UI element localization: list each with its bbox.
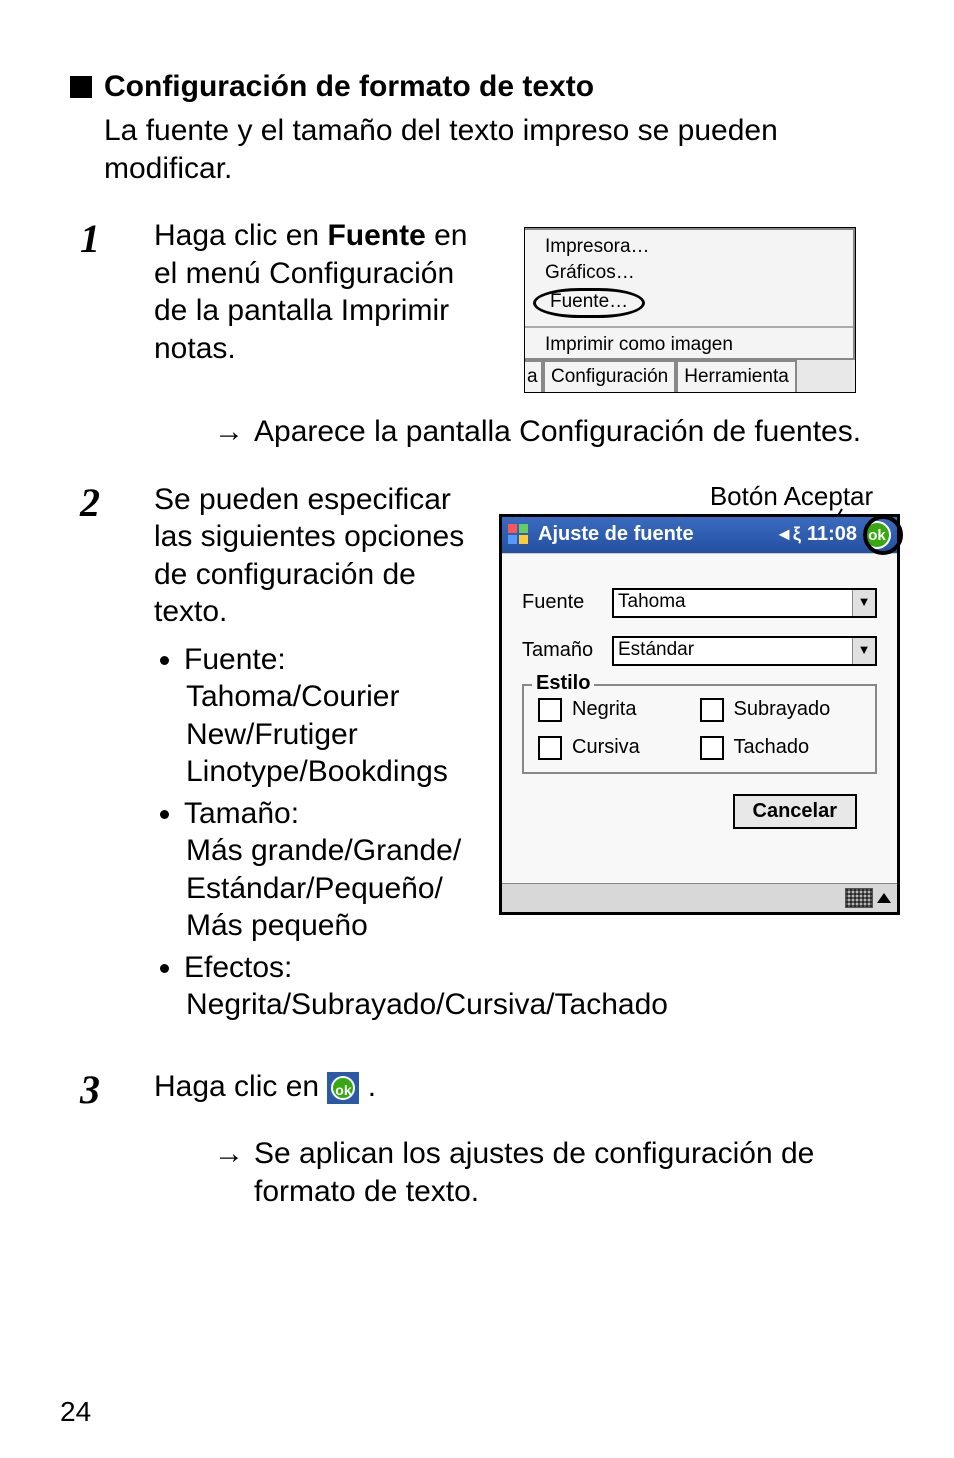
font-dialog-screenshot: Ajuste de fuente ◄ξ 11:08 ok — [499, 514, 900, 915]
combobox-arrow-icon[interactable]: ▼ — [852, 590, 875, 616]
cancel-button[interactable]: Cancelar — [733, 794, 858, 829]
ok-button-highlight-ring — [863, 515, 903, 555]
check-label-bold: Negrita — [572, 698, 636, 721]
font-combobox[interactable]: Tahoma ▼ — [612, 588, 877, 618]
style-groupbox: Estilo Negrita — [522, 684, 877, 774]
menu-tab-config[interactable]: Configuración — [543, 360, 676, 392]
step-3-text-suffix: . — [368, 1070, 376, 1103]
menu-item-font-highlighted[interactable]: Fuente… — [533, 288, 645, 318]
keyboard-icon[interactable] — [845, 888, 873, 908]
dialog-time: 11:08 — [807, 523, 857, 546]
checkbox-underline[interactable] — [700, 698, 724, 722]
label-font: Fuente — [522, 591, 612, 614]
size-combobox-value: Estándar — [614, 638, 852, 664]
page-number: 24 — [60, 1396, 91, 1428]
bullet-font-label: Fuente: — [184, 643, 286, 676]
dialog-title: Ajuste de fuente — [538, 523, 694, 546]
bullet-font-body: Tahoma/Courier New/Frutiger Linotype/Boo… — [186, 678, 469, 791]
menu-tab-tool[interactable]: Herramienta — [676, 360, 797, 392]
menu-item-graphics[interactable]: Gráficos… — [525, 260, 853, 286]
combobox-arrow-icon[interactable]: ▼ — [852, 638, 875, 664]
step-1-text-bold: Fuente — [327, 219, 425, 252]
checkbox-strike[interactable] — [700, 736, 724, 760]
menu-item-print-as-image[interactable]: Imprimir como imagen — [525, 332, 853, 358]
result-arrow-icon: → — [214, 413, 244, 451]
up-triangle-icon[interactable] — [877, 893, 891, 903]
windows-flag-icon — [508, 524, 530, 546]
checkbox-italic[interactable] — [538, 736, 562, 760]
step-3-result: Se aplican los ajustes de configuración … — [254, 1135, 894, 1210]
bullet-effects-body: Negrita/Subrayado/Cursiva/Tachado — [186, 986, 894, 1024]
check-label-strike: Tachado — [734, 736, 810, 759]
checkbox-bold[interactable] — [538, 698, 562, 722]
step-3-text-prefix: Haga clic en — [154, 1070, 327, 1103]
menu-tab-stub: a — [525, 360, 543, 392]
ok-icon-inline: ok — [327, 1072, 359, 1104]
bullet-effects-label: Efectos: — [184, 951, 292, 984]
size-combobox[interactable]: Estándar ▼ — [612, 636, 877, 666]
step-2-text: Se pueden especificar las siguientes opc… — [154, 481, 469, 631]
step-1-number: 1 — [60, 217, 154, 259]
section-intro: La fuente y el tamaño del texto impreso … — [104, 112, 894, 187]
section-heading: Configuración de formato de texto — [104, 70, 594, 104]
config-menu-screenshot: Impresora… Gráficos… Fuente… Imprimir co… — [524, 227, 856, 393]
check-label-italic: Cursiva — [572, 736, 640, 759]
result-arrow-icon: → — [214, 1135, 244, 1173]
style-group-title: Estilo — [532, 672, 594, 695]
step-2-number: 2 — [60, 481, 154, 523]
check-label-underline: Subrayado — [734, 698, 831, 721]
bullet-size-label: Tamaño: — [184, 797, 299, 830]
font-combobox-value: Tahoma — [614, 590, 852, 616]
section-bullet-icon — [70, 76, 92, 98]
step-1-result: Aparece la pantalla Configuración de fue… — [254, 413, 861, 451]
menu-item-printer[interactable]: Impresora… — [525, 234, 853, 260]
step-3-number: 3 — [60, 1068, 154, 1110]
ok-button-annotation: Botón Aceptar — [499, 481, 894, 512]
bullet-size-body: Más grande/Grande/ Estándar/Pequeño/ Más… — [186, 832, 469, 945]
label-size: Tamaño — [522, 639, 612, 662]
menu-separator — [525, 326, 853, 328]
step-1-text-prefix: Haga clic en — [154, 219, 327, 252]
volume-icon: ◄ξ — [775, 524, 801, 545]
